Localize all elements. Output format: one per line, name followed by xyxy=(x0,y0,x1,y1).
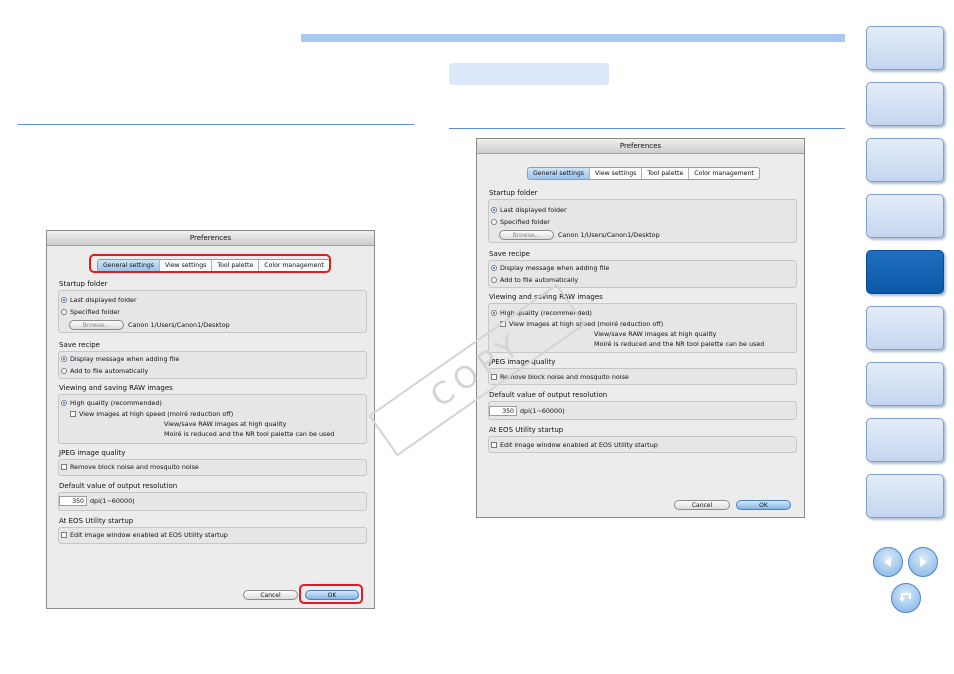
nav-button-9[interactable] xyxy=(866,474,944,518)
resolution-label: Default value of output resolution xyxy=(489,391,608,399)
tab-color-management[interactable]: Color management xyxy=(689,168,759,179)
save-recipe-label: Save recipe xyxy=(59,341,100,349)
nav-button-5-active[interactable] xyxy=(866,250,944,294)
nav-button-3[interactable] xyxy=(866,138,944,182)
tab-general-settings[interactable]: General settings xyxy=(528,168,591,179)
radio-high-quality[interactable]: High quality (recommended) xyxy=(61,399,162,407)
folder-path: Canon 1/Users/Canon1/Desktop xyxy=(128,321,230,329)
browse-button[interactable]: Browse... xyxy=(499,230,554,240)
nav-button-4[interactable] xyxy=(866,194,944,238)
arrow-right-icon xyxy=(920,557,927,567)
top-accent-bar xyxy=(301,34,845,42)
eos-label: At EOS Utility startup xyxy=(59,517,134,525)
checkbox-remove-noise[interactable]: Remove block noise and mosquito noise xyxy=(61,463,199,471)
ok-highlight xyxy=(299,584,363,604)
arrow-left-icon xyxy=(884,557,891,567)
right-divider xyxy=(449,128,845,129)
folder-path: Canon 1/Users/Canon1/Desktop xyxy=(558,231,660,239)
nav-button-1[interactable] xyxy=(866,26,944,70)
browse-button[interactable]: Browse... xyxy=(69,320,124,330)
startup-folder-label: Startup folder xyxy=(489,189,538,197)
radio-specified-folder[interactable]: Specified folder xyxy=(491,218,550,226)
resolution-label: Default value of output resolution xyxy=(59,482,178,490)
raw-note-1: View/save RAW images at high quality xyxy=(594,330,717,338)
save-recipe-label: Save recipe xyxy=(489,250,530,258)
radio-last-displayed[interactable]: Last displayed folder xyxy=(491,206,567,214)
preferences-dialog-left: Preferences General settings View settin… xyxy=(46,230,375,609)
radio-display-message[interactable]: Display message when adding file xyxy=(491,264,609,272)
left-divider xyxy=(18,124,414,125)
return-page-button[interactable] xyxy=(891,583,921,613)
tab-tool-palette[interactable]: Tool palette xyxy=(642,168,690,179)
raw-note-1: View/save RAW images at high quality xyxy=(164,420,287,428)
raw-note-2: Moiré is reduced and the NR tool palette… xyxy=(164,430,335,438)
jpeg-label: JPEG image quality xyxy=(59,449,126,457)
return-arrow-icon xyxy=(899,593,911,602)
radio-add-automatically[interactable]: Add to file automatically xyxy=(491,276,578,284)
next-page-button[interactable] xyxy=(908,547,938,577)
radio-specified-folder[interactable]: Specified folder xyxy=(61,308,120,316)
startup-folder-label: Startup folder xyxy=(59,280,108,288)
nav-button-2[interactable] xyxy=(866,82,944,126)
tab-bar: General settings View settings Tool pale… xyxy=(527,167,760,180)
raw-note-2: Moiré is reduced and the NR tool palette… xyxy=(594,340,765,348)
resolution-input[interactable]: 350 xyxy=(59,496,87,506)
resolution-unit: dpi(1~60000) xyxy=(520,407,565,415)
nav-button-8[interactable] xyxy=(866,418,944,462)
raw-label: Viewing and saving RAW images xyxy=(59,384,173,392)
cancel-button[interactable]: Cancel xyxy=(674,500,730,510)
dialog-title: Preferences xyxy=(47,231,374,246)
checkbox-edit-window[interactable]: Edit image window enabled at EOS Utility… xyxy=(61,531,228,539)
resolution-input[interactable]: 350 xyxy=(489,406,517,416)
nav-button-6[interactable] xyxy=(866,306,944,350)
radio-add-automatically[interactable]: Add to file automatically xyxy=(61,367,148,375)
radio-last-displayed[interactable]: Last displayed folder xyxy=(61,296,137,304)
tab-view-settings[interactable]: View settings xyxy=(590,168,643,179)
dialog-title: Preferences xyxy=(477,139,804,154)
checkbox-edit-window[interactable]: Edit image window enabled at EOS Utility… xyxy=(491,441,658,449)
checkbox-high-speed[interactable]: View images at high speed (moiré reducti… xyxy=(70,410,233,418)
eos-label: At EOS Utility startup xyxy=(489,426,564,434)
tab-highlight xyxy=(89,254,331,273)
prev-page-button[interactable] xyxy=(873,547,903,577)
cancel-button[interactable]: Cancel xyxy=(243,590,298,600)
radio-display-message[interactable]: Display message when adding file xyxy=(61,355,179,363)
nav-button-7[interactable] xyxy=(866,362,944,406)
ok-button[interactable]: OK xyxy=(736,500,791,510)
resolution-unit: dpi(1~60000) xyxy=(90,497,135,505)
section-tag-pill xyxy=(449,63,609,85)
